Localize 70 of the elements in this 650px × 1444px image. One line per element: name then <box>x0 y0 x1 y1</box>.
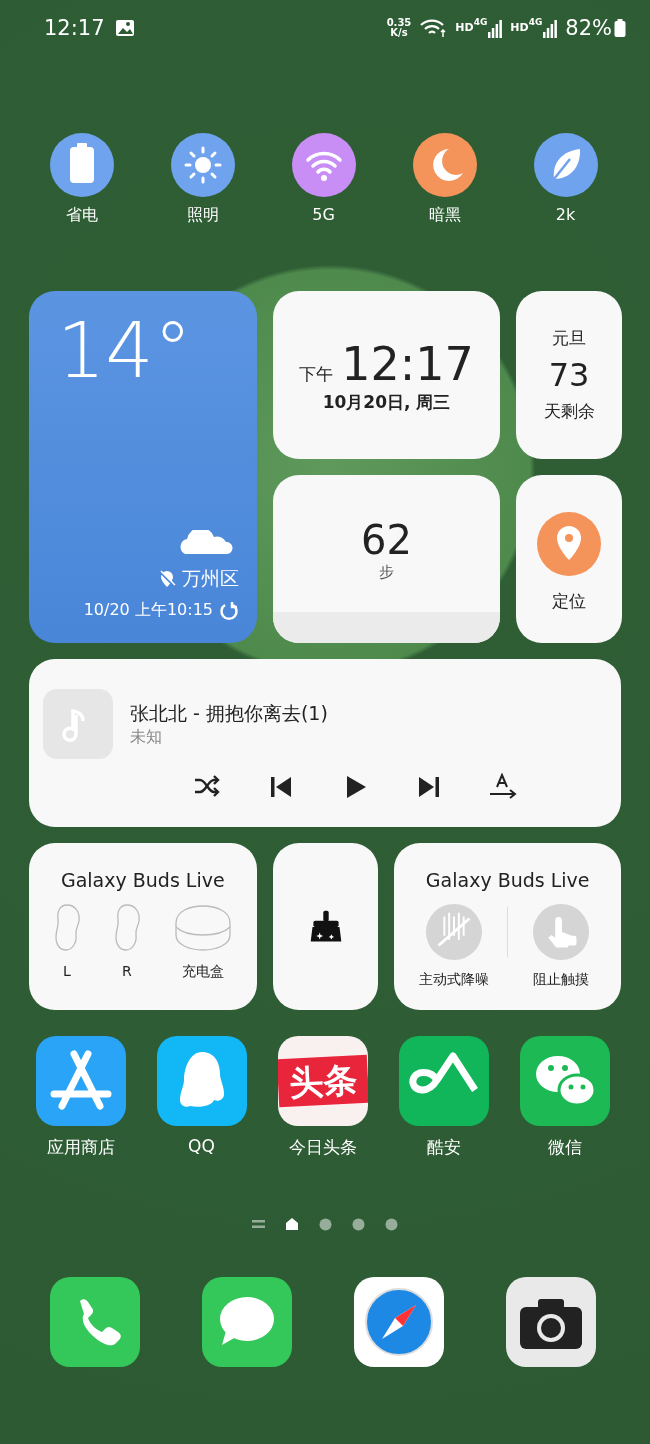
page-dot[interactable] <box>352 1217 365 1231</box>
album-art-placeholder <box>43 689 113 759</box>
page-dot[interactable] <box>319 1217 332 1231</box>
app-label: 今日头条 <box>288 1136 357 1159</box>
signal-icon <box>488 17 503 38</box>
steps-widget[interactable]: 62 步 <box>273 475 500 643</box>
hd-label: HD <box>510 21 529 34</box>
device-name: Galaxy Buds Live <box>60 869 225 891</box>
weather-widget[interactable]: 14° 万州区 10/20 上午10:15 <box>29 291 257 643</box>
page-dot[interactable] <box>385 1217 398 1231</box>
list-indicator-icon[interactable] <box>252 1219 265 1229</box>
clock-widget[interactable]: 下午 12:17 10月20日, 周三 <box>273 291 500 459</box>
app-icon[interactable] <box>156 1036 247 1126</box>
date-label: 10月20日, 周三 <box>322 390 451 414</box>
steps-count: 62 <box>361 516 412 563</box>
location-name: 万州区 <box>182 566 239 591</box>
clock-time: 12:17 <box>341 336 474 391</box>
app-icon[interactable] <box>35 1036 126 1126</box>
feature-label: 阻止触摸 <box>533 971 590 989</box>
device-label: R <box>121 963 132 979</box>
camera-app-icon[interactable] <box>506 1277 596 1367</box>
clock-time: 12:17 <box>44 15 105 40</box>
refresh-icon[interactable] <box>219 600 239 621</box>
location-widget[interactable]: 定位 <box>516 475 622 643</box>
days-caption: 天剩余 <box>543 400 595 423</box>
network-type: 4G <box>528 17 543 27</box>
home-indicator-icon[interactable] <box>285 1217 299 1231</box>
update-time: 10/20 上午10:15 <box>83 600 213 621</box>
messages-app-icon[interactable] <box>202 1277 292 1367</box>
device-label: 充电盒 <box>181 963 224 981</box>
location-label: 定位 <box>552 589 586 613</box>
toggle-label: 省电 <box>65 205 98 226</box>
song-title: 张北北 - 拥抱你离去(1) <box>130 701 328 726</box>
toggle-label: 2k <box>555 205 576 224</box>
text-arrow-icon[interactable] <box>489 773 517 801</box>
days-count: 73 <box>548 356 590 394</box>
wifi-icon <box>419 17 448 38</box>
app-icon[interactable] <box>519 1036 610 1126</box>
app-icon[interactable]: 头条 <box>277 1036 368 1126</box>
cleaner-widget[interactable] <box>272 843 379 1010</box>
app-label: 应用商店 <box>46 1136 115 1159</box>
battery-percent: 82% <box>565 15 612 40</box>
phone-app-icon[interactable] <box>50 1277 140 1367</box>
toggle-label: 照明 <box>186 205 219 226</box>
location-off-icon <box>158 570 176 588</box>
earbuds-battery-widget[interactable]: Galaxy Buds Live L R 充电盒 <box>29 843 257 1010</box>
countdown-widget[interactable]: 元旦 73 天剩余 <box>516 291 622 459</box>
app-label: 酷安 <box>426 1136 461 1159</box>
data-speed-value: 0.35 <box>386 17 412 28</box>
signal-icon <box>543 17 558 38</box>
feature-label: 主动式降噪 <box>419 971 490 989</box>
event-name: 元旦 <box>552 327 586 350</box>
temperature: 14° <box>57 313 193 389</box>
app-icon[interactable] <box>398 1036 489 1126</box>
song-artist: 未知 <box>130 727 163 748</box>
steps-unit: 步 <box>379 562 394 582</box>
image-icon <box>114 17 135 38</box>
battery-icon <box>614 17 626 38</box>
toggle-label: 5G <box>312 205 335 224</box>
time-period: 下午 <box>299 362 334 386</box>
app-label: QQ <box>188 1136 215 1156</box>
app-label: 微信 <box>547 1136 582 1159</box>
device-label: L <box>62 963 71 979</box>
network-type: 4G <box>473 17 488 27</box>
device-name: Galaxy Buds Live <box>425 869 590 891</box>
data-speed-unit: K/s <box>389 27 409 38</box>
hd-label: HD <box>455 21 474 34</box>
compass-app-icon[interactable] <box>354 1277 444 1367</box>
app-logo-text: 头条 <box>277 1054 368 1108</box>
toggle-label: 暗黑 <box>428 205 461 226</box>
